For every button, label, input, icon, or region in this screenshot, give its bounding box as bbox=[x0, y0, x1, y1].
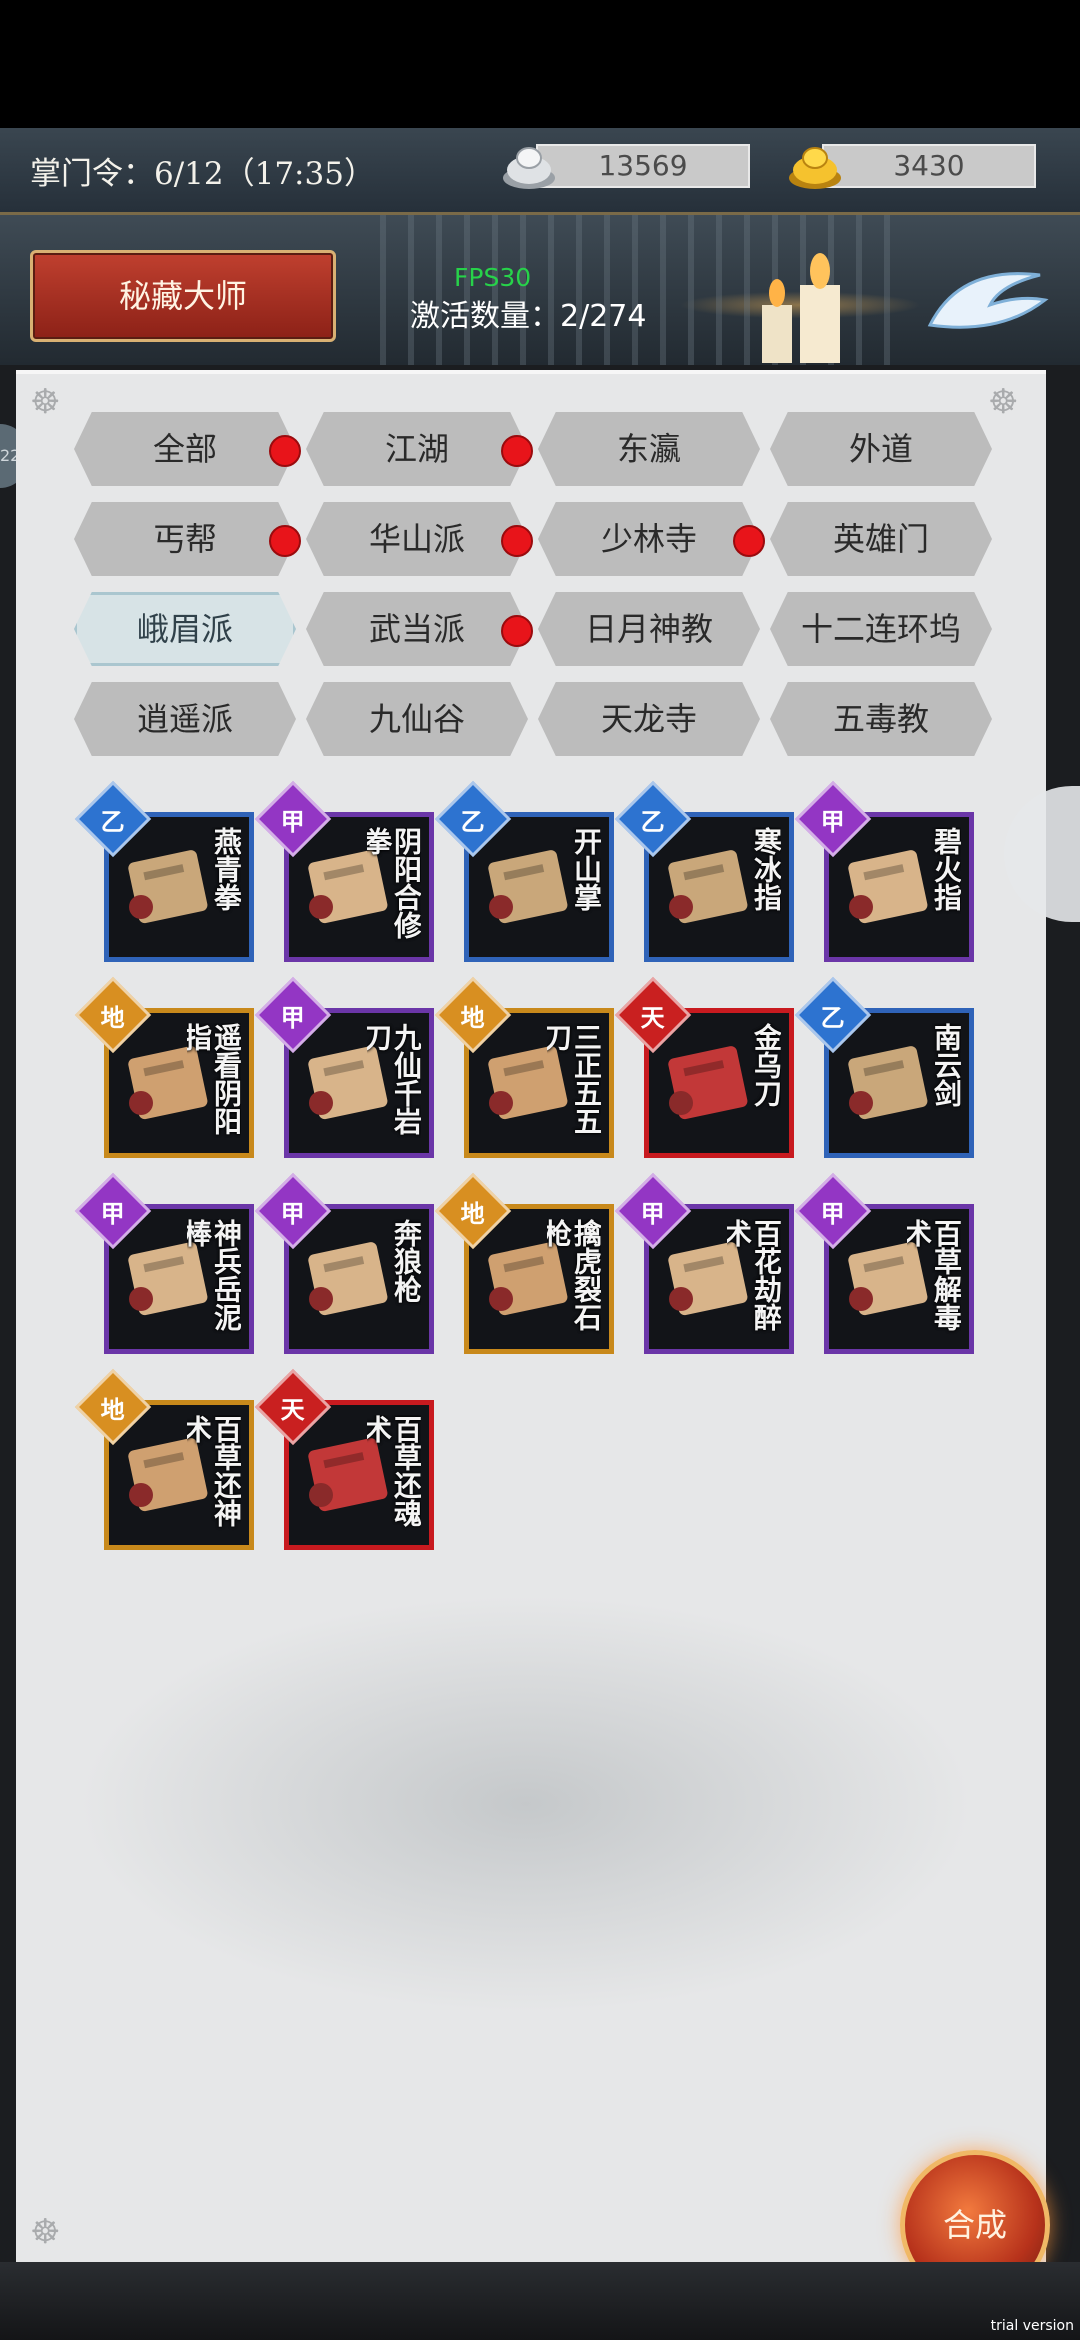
manual-item[interactable]: 神兵岳泥棒 甲 bbox=[74, 1172, 254, 1354]
manual-item[interactable]: 九仙千岩刀 甲 bbox=[254, 976, 434, 1158]
item-name: 百草解毒术 bbox=[907, 1219, 961, 1331]
grade-label: 甲 bbox=[821, 807, 845, 836]
tab-sect[interactable]: 天龙寺 bbox=[538, 682, 760, 756]
grade-label: 地 bbox=[461, 1199, 485, 1228]
header-banner: 秘藏大师 FPS30 激活数量：2/274 bbox=[0, 215, 1080, 365]
notification-dot-icon bbox=[501, 615, 533, 647]
manual-item[interactable]: 擒虎裂石枪 地 bbox=[434, 1172, 614, 1354]
manual-item[interactable]: 阴阳合修拳 甲 bbox=[254, 780, 434, 962]
silver-ingot-icon bbox=[503, 147, 555, 189]
grade-label: 地 bbox=[101, 1395, 125, 1424]
grade-label: 地 bbox=[101, 1003, 125, 1032]
manual-item[interactable]: 三正五五刀 地 bbox=[434, 976, 614, 1158]
grade-label: 甲 bbox=[281, 1199, 305, 1228]
tab-sect[interactable]: 逍遥派 bbox=[74, 682, 296, 756]
tab-sect[interactable]: 外道 bbox=[770, 412, 992, 486]
item-name: 金乌刀 bbox=[750, 1023, 781, 1107]
manual-item[interactable]: 碧火指 甲 bbox=[794, 780, 974, 962]
tab-sect[interactable]: 九仙谷 bbox=[306, 682, 528, 756]
item-name: 阴阳合修拳 bbox=[367, 827, 421, 939]
gold-ingot-icon bbox=[789, 147, 841, 189]
grade-label: 天 bbox=[641, 1003, 665, 1032]
tab-sect[interactable]: 东瀛 bbox=[538, 412, 760, 486]
activation-count: 激活数量：2/274 bbox=[410, 299, 647, 334]
page-title: 秘藏大师 bbox=[30, 250, 336, 342]
tab-sect[interactable]: 丐帮 bbox=[74, 502, 296, 576]
grade-label: 地 bbox=[461, 1003, 485, 1032]
tab-sect[interactable]: 全部 bbox=[74, 412, 296, 486]
item-name: 遥看阴阳指 bbox=[187, 1023, 241, 1135]
manual-item[interactable]: 燕青拳 乙 bbox=[74, 780, 254, 962]
manual-item[interactable]: 百草还神术 地 bbox=[74, 1368, 254, 1550]
floor-pattern bbox=[76, 1594, 976, 2014]
fps-counter: FPS30 bbox=[454, 263, 532, 292]
item-name: 神兵岳泥棒 bbox=[187, 1219, 241, 1331]
item-name: 燕青拳 bbox=[210, 827, 241, 911]
candles-icon bbox=[762, 253, 840, 363]
grade-label: 乙 bbox=[641, 807, 665, 836]
manual-item[interactable]: 开山掌 乙 bbox=[434, 780, 614, 962]
tab-sect[interactable]: 十二连环坞 bbox=[770, 592, 992, 666]
status-bar bbox=[0, 0, 1080, 128]
item-name: 三正五五刀 bbox=[547, 1023, 601, 1135]
tab-sect[interactable]: 江湖 bbox=[306, 412, 528, 486]
item-name: 南云剑 bbox=[930, 1023, 961, 1107]
grade-label: 乙 bbox=[461, 807, 485, 836]
back-button[interactable] bbox=[920, 255, 1050, 345]
tab-sect[interactable]: 华山派 bbox=[306, 502, 528, 576]
notification-dot-icon bbox=[269, 435, 301, 467]
notification-dot-icon bbox=[269, 525, 301, 557]
grade-label: 甲 bbox=[101, 1199, 125, 1228]
manual-item[interactable]: 南云剑 乙 bbox=[794, 976, 974, 1158]
tab-sect[interactable]: 五毒教 bbox=[770, 682, 992, 756]
item-name: 奔狼枪 bbox=[390, 1219, 421, 1303]
tab-sect[interactable]: 峨眉派 bbox=[74, 592, 296, 666]
notification-dot-icon bbox=[733, 525, 765, 557]
manual-item[interactable]: 百草解毒术 甲 bbox=[794, 1172, 974, 1354]
grade-label: 天 bbox=[281, 1395, 305, 1424]
corner-ornament-icon: ☸ bbox=[988, 382, 1019, 422]
manual-item[interactable]: 百草还魂术 天 bbox=[254, 1368, 434, 1550]
grade-label: 甲 bbox=[641, 1199, 665, 1228]
corner-ornament-icon: ☸ bbox=[30, 382, 61, 422]
tab-sect[interactable]: 英雄门 bbox=[770, 502, 992, 576]
tab-sect[interactable]: 日月神教 bbox=[538, 592, 760, 666]
grade-label: 乙 bbox=[101, 807, 125, 836]
grade-label: 甲 bbox=[281, 1003, 305, 1032]
item-name: 碧火指 bbox=[930, 827, 961, 911]
resource-bar: 掌门令：6/12（17:35） 13569 3430 bbox=[0, 128, 1080, 215]
item-name: 开山掌 bbox=[570, 827, 601, 911]
item-name: 百花劫醉术 bbox=[727, 1219, 781, 1331]
grade-label: 乙 bbox=[821, 1003, 845, 1032]
item-name: 九仙千岩刀 bbox=[367, 1023, 421, 1135]
item-name: 百草还魂术 bbox=[367, 1415, 421, 1527]
command-token-label: 掌门令：6/12（17:35） bbox=[30, 156, 375, 192]
item-name: 擒虎裂石枪 bbox=[547, 1219, 601, 1331]
gold-amount: 3430 bbox=[822, 144, 1036, 188]
grade-label: 甲 bbox=[821, 1199, 845, 1228]
manual-item[interactable]: 寒冰指 乙 bbox=[614, 780, 794, 962]
notification-dot-icon bbox=[501, 435, 533, 467]
bottom-bar bbox=[0, 2262, 1080, 2340]
manual-item[interactable]: 金乌刀 天 bbox=[614, 976, 794, 1158]
manual-item[interactable]: 遥看阴阳指 地 bbox=[74, 976, 254, 1158]
grade-label: 甲 bbox=[281, 807, 305, 836]
watermark: trial version bbox=[990, 2318, 1074, 2334]
corner-ornament-icon: ☸ bbox=[30, 2212, 61, 2252]
silver-amount: 13569 bbox=[536, 144, 750, 188]
notification-dot-icon bbox=[501, 525, 533, 557]
item-name: 百草还神术 bbox=[187, 1415, 241, 1527]
item-name: 寒冰指 bbox=[750, 827, 781, 911]
tab-sect[interactable]: 少林寺 bbox=[538, 502, 760, 576]
tab-sect[interactable]: 武当派 bbox=[306, 592, 528, 666]
manual-item[interactable]: 奔狼枪 甲 bbox=[254, 1172, 434, 1354]
manual-item[interactable]: 百花劫醉术 甲 bbox=[614, 1172, 794, 1354]
